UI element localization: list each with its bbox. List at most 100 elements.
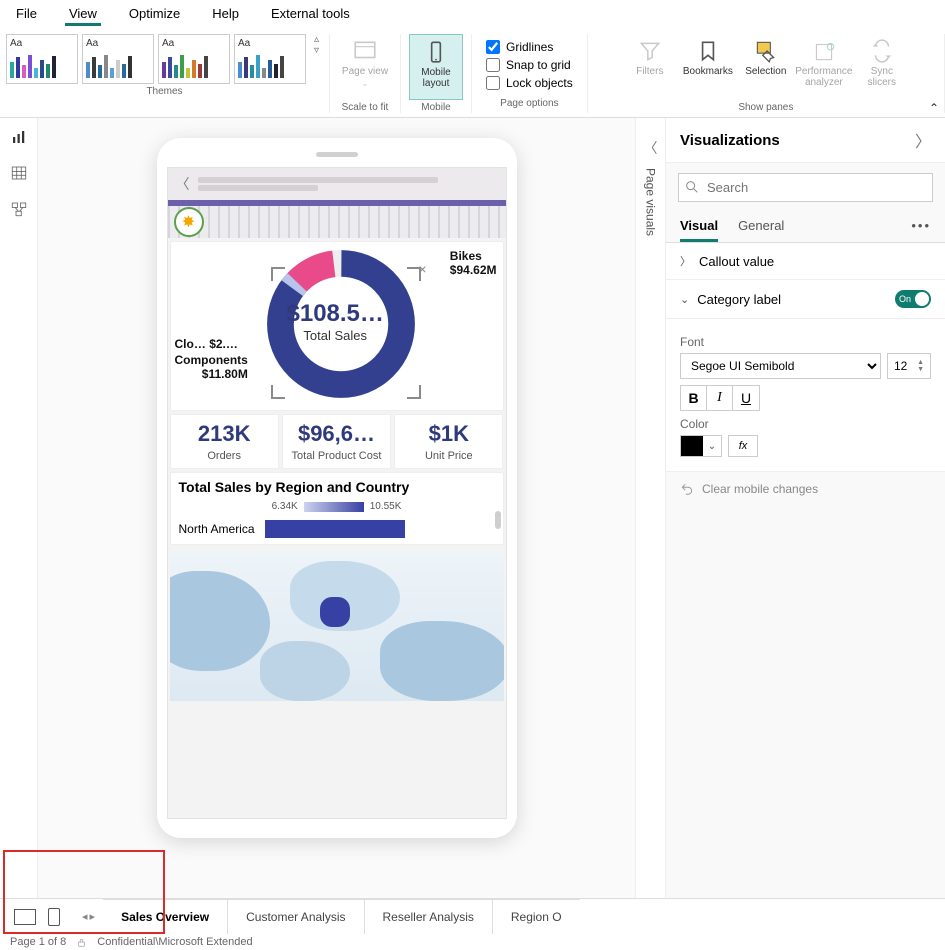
prev-page-button[interactable]: ◂ (82, 910, 88, 923)
phone-speaker (316, 152, 358, 157)
theme-expand-button[interactable]: ▵▿ (310, 34, 323, 56)
kpi-card[interactable]: $96,6…Total Product Cost (282, 414, 391, 469)
category-label-section[interactable]: ⌄ Category label On (666, 280, 945, 319)
page-visuals-rail[interactable]: 〈 Page visuals (635, 118, 665, 898)
sync-label: Sync slicers (857, 66, 907, 88)
menu-bar: File View Optimize Help External tools (0, 0, 945, 30)
ribbon-group-themes-label: Themes (146, 86, 182, 97)
font-family-select[interactable]: Segoe UI Semibold (680, 353, 881, 379)
phone-frame: 〈 ✸ $108.5… Total Sales (157, 138, 517, 838)
map-visual[interactable] (170, 551, 504, 701)
font-size-value: 12 (894, 359, 907, 373)
chevron-down-icon: ⌄ (703, 441, 721, 452)
ribbon-group-scale-label: Scale to fit (342, 102, 389, 113)
region-legend: 6.34K 10.55K (179, 501, 495, 512)
scrollbar-thumb[interactable] (495, 511, 501, 529)
chevron-down-icon: ⌄ (680, 293, 689, 306)
perf-label: Performance analyzer (795, 66, 852, 88)
region-bar (265, 520, 405, 538)
bookmarks-label: Bookmarks (683, 66, 733, 77)
page-tab-customer-analysis[interactable]: Customer Analysis (228, 899, 364, 934)
header-placeholder (198, 175, 498, 193)
kpi-card[interactable]: 213KOrders (170, 414, 279, 469)
stopwatch-icon (811, 38, 837, 64)
logo-strip: ✸ (168, 200, 506, 238)
ribbon-group-mobile-label: Mobile (421, 102, 450, 113)
theme-swatch[interactable]: Aa (82, 34, 154, 84)
theme-swatch[interactable]: Aa (6, 34, 78, 84)
report-view-icon[interactable] (10, 128, 28, 146)
theme-aa-label: Aa (162, 38, 226, 49)
more-options-button[interactable]: ••• (911, 212, 931, 242)
category-label: Category label (697, 292, 781, 307)
filters-pane-button[interactable]: Filters (623, 34, 677, 100)
chevron-right-icon[interactable]: 〉 (915, 128, 931, 152)
region-name: North America (179, 522, 255, 536)
category-toggle[interactable]: On (895, 290, 931, 308)
performance-analyzer-button[interactable]: Performance analyzer (797, 34, 851, 100)
viz-tabs: Visual General ••• (666, 212, 945, 243)
page-tab-region[interactable]: Region O (493, 899, 580, 934)
fx-button[interactable]: fx (728, 435, 758, 457)
undo-icon (680, 482, 694, 496)
viz-panel-title: Visualizations (680, 132, 780, 149)
snap-to-grid-checkbox[interactable]: Snap to grid (486, 58, 573, 72)
bold-button[interactable]: B (681, 386, 707, 410)
donut-visual[interactable]: $108.5… Total Sales Bikes$94.62M Clo… $2… (170, 241, 504, 411)
mobile-layout-toggle[interactable] (48, 908, 60, 926)
bookmarks-pane-button[interactable]: Bookmarks (681, 34, 735, 100)
donut-label-components: Components$11.80M (175, 354, 248, 382)
menu-view[interactable]: View (65, 4, 101, 26)
page-tab-sales-overview[interactable]: Sales Overview (103, 899, 228, 934)
search-input[interactable] (678, 173, 933, 202)
menu-external-tools[interactable]: External tools (267, 4, 354, 26)
gridlines-checkbox[interactable]: Gridlines (486, 40, 573, 54)
selection-icon (753, 38, 779, 64)
menu-help[interactable]: Help (208, 4, 243, 26)
region-visual[interactable]: Total Sales by Region and Country 6.34K … (170, 472, 504, 545)
page-indicator: Page 1 of 8 (10, 936, 66, 948)
legend-min: 6.34K (272, 501, 298, 512)
page-tab-reseller-analysis[interactable]: Reseller Analysis (365, 899, 493, 934)
tab-general[interactable]: General (738, 212, 784, 242)
clear-mobile-changes[interactable]: Clear mobile changes (666, 472, 945, 506)
desktop-layout-toggle[interactable] (14, 909, 36, 925)
callout-value-section[interactable]: 〉 Callout value (666, 243, 945, 280)
menu-file[interactable]: File (12, 4, 41, 26)
color-swatch-icon (681, 436, 703, 456)
chevron-left-icon[interactable]: 〈 (644, 138, 658, 158)
color-picker[interactable]: ⌄ (680, 435, 722, 457)
theme-aa-label: Aa (10, 38, 74, 49)
mobile-layout-button[interactable]: Mobile layout (409, 34, 463, 100)
sync-slicers-button[interactable]: Sync slicers (855, 34, 909, 100)
theme-swatch[interactable]: Aa (158, 34, 230, 84)
kpi-card[interactable]: $1KUnit Price (394, 414, 503, 469)
phone-header: 〈 (168, 168, 506, 200)
theme-aa-label: Aa (86, 38, 150, 49)
region-bar-row: North America (179, 520, 495, 538)
lock-objects-checkbox[interactable]: Lock objects (486, 76, 573, 90)
font-size-stepper[interactable]: 12▲▼ (887, 353, 931, 379)
next-page-button[interactable]: ▸ (90, 910, 96, 923)
selection-pane-button[interactable]: Selection (739, 34, 793, 100)
tab-visual[interactable]: Visual (680, 212, 718, 242)
menu-optimize[interactable]: Optimize (125, 4, 184, 26)
back-icon[interactable]: 〈 (176, 174, 190, 194)
collapse-ribbon-button[interactable]: ⌃ (929, 101, 939, 115)
search-icon (684, 179, 700, 195)
snap-label: Snap to grid (506, 58, 571, 72)
italic-button[interactable]: I (707, 386, 733, 410)
data-view-icon[interactable] (10, 164, 28, 182)
theme-swatch[interactable]: Aa (234, 34, 306, 84)
funnel-icon (637, 38, 663, 64)
selection-label: Selection (745, 66, 786, 77)
lock-label: Lock objects (506, 76, 573, 90)
bookmark-icon (695, 38, 721, 64)
kpi-label: Orders (173, 450, 276, 462)
region-title: Total Sales by Region and Country (179, 479, 495, 495)
underline-button[interactable]: U (733, 386, 759, 410)
model-view-icon[interactable] (10, 200, 28, 218)
page-view-button[interactable]: Page view ⌄ (338, 34, 392, 100)
viz-search[interactable] (678, 173, 933, 202)
close-icon[interactable]: × (418, 261, 426, 277)
